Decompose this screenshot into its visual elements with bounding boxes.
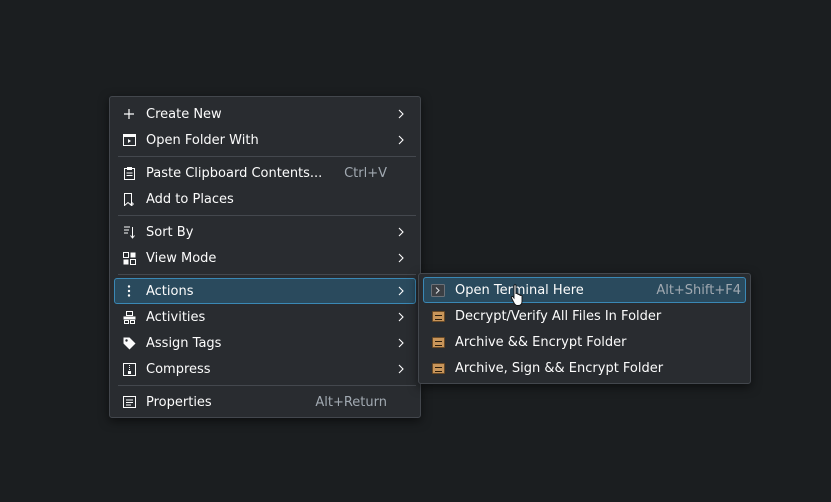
chevron-right-icon <box>398 227 404 237</box>
clipboard-icon <box>122 166 136 180</box>
menu-item-sort-by[interactable]: Sort By <box>114 219 416 245</box>
menu-separator <box>118 156 416 157</box>
activities-icon <box>122 310 136 324</box>
open-with-icon <box>122 133 136 147</box>
menu-item-label: Archive && Encrypt Folder <box>455 334 627 350</box>
menu-item-shortcut: Ctrl+V <box>344 165 387 181</box>
menu-item-archive-sign-encrypt[interactable]: Archive, Sign && Encrypt Folder <box>423 355 746 381</box>
menu-item-label: View Mode <box>146 250 217 266</box>
chevron-right-icon <box>398 135 404 145</box>
menu-separator <box>118 215 416 216</box>
menu-item-actions[interactable]: Actions <box>114 278 416 304</box>
chevron-right-icon <box>398 286 404 296</box>
menu-item-label: Activities <box>146 309 206 325</box>
menu-item-add-to-places[interactable]: Add to Places <box>114 186 416 212</box>
context-menu: Create New Open Folder With Paste Clipbo… <box>109 96 421 418</box>
kleopatra-icon <box>431 309 445 323</box>
menu-item-label: Open Folder With <box>146 132 259 148</box>
sort-icon <box>122 225 136 239</box>
menu-item-view-mode[interactable]: View Mode <box>114 245 416 271</box>
menu-item-decrypt-verify[interactable]: Decrypt/Verify All Files In Folder <box>423 303 746 329</box>
more-vertical-icon <box>122 284 136 298</box>
chevron-right-icon <box>398 253 404 263</box>
view-mode-icon <box>122 251 136 265</box>
compress-icon <box>122 362 136 376</box>
mouse-pointer-icon <box>511 284 523 306</box>
menu-item-paste[interactable]: Paste Clipboard Contents... Ctrl+V <box>114 160 416 186</box>
bookmark-add-icon <box>122 192 136 206</box>
menu-item-open-terminal-here[interactable]: Open Terminal Here Alt+Shift+F4 <box>423 277 746 303</box>
menu-item-properties[interactable]: Properties Alt+Return <box>114 389 416 415</box>
menu-item-compress[interactable]: Compress <box>114 356 416 382</box>
menu-item-label: Compress <box>146 361 211 377</box>
menu-item-label: Assign Tags <box>146 335 222 351</box>
menu-item-label: Create New <box>146 106 222 122</box>
menu-item-label: Open Terminal Here <box>455 282 584 298</box>
terminal-icon <box>431 283 445 297</box>
menu-item-activities[interactable]: Activities <box>114 304 416 330</box>
menu-item-label: Decrypt/Verify All Files In Folder <box>455 308 662 324</box>
plus-icon <box>122 107 136 121</box>
kleopatra-icon <box>431 361 445 375</box>
menu-item-shortcut: Alt+Shift+F4 <box>656 282 741 298</box>
chevron-right-icon <box>398 312 404 322</box>
menu-separator <box>118 385 416 386</box>
chevron-right-icon <box>398 364 404 374</box>
actions-submenu: Open Terminal Here Alt+Shift+F4 Decrypt/… <box>418 273 751 384</box>
menu-item-label: Paste Clipboard Contents... <box>146 165 323 181</box>
menu-item-shortcut: Alt+Return <box>315 394 387 410</box>
menu-item-open-folder-with[interactable]: Open Folder With <box>114 127 416 153</box>
menu-item-assign-tags[interactable]: Assign Tags <box>114 330 416 356</box>
kleopatra-icon <box>431 335 445 349</box>
chevron-right-icon <box>398 338 404 348</box>
menu-item-label: Add to Places <box>146 191 234 207</box>
properties-icon <box>122 395 136 409</box>
chevron-right-icon <box>398 109 404 119</box>
menu-item-label: Actions <box>146 283 194 299</box>
menu-item-create-new[interactable]: Create New <box>114 101 416 127</box>
menu-separator <box>118 274 416 275</box>
menu-item-label: Sort By <box>146 224 194 240</box>
menu-item-label: Properties <box>146 394 212 410</box>
menu-item-label: Archive, Sign && Encrypt Folder <box>455 360 664 376</box>
tag-icon <box>122 336 136 350</box>
menu-item-archive-encrypt[interactable]: Archive && Encrypt Folder <box>423 329 746 355</box>
